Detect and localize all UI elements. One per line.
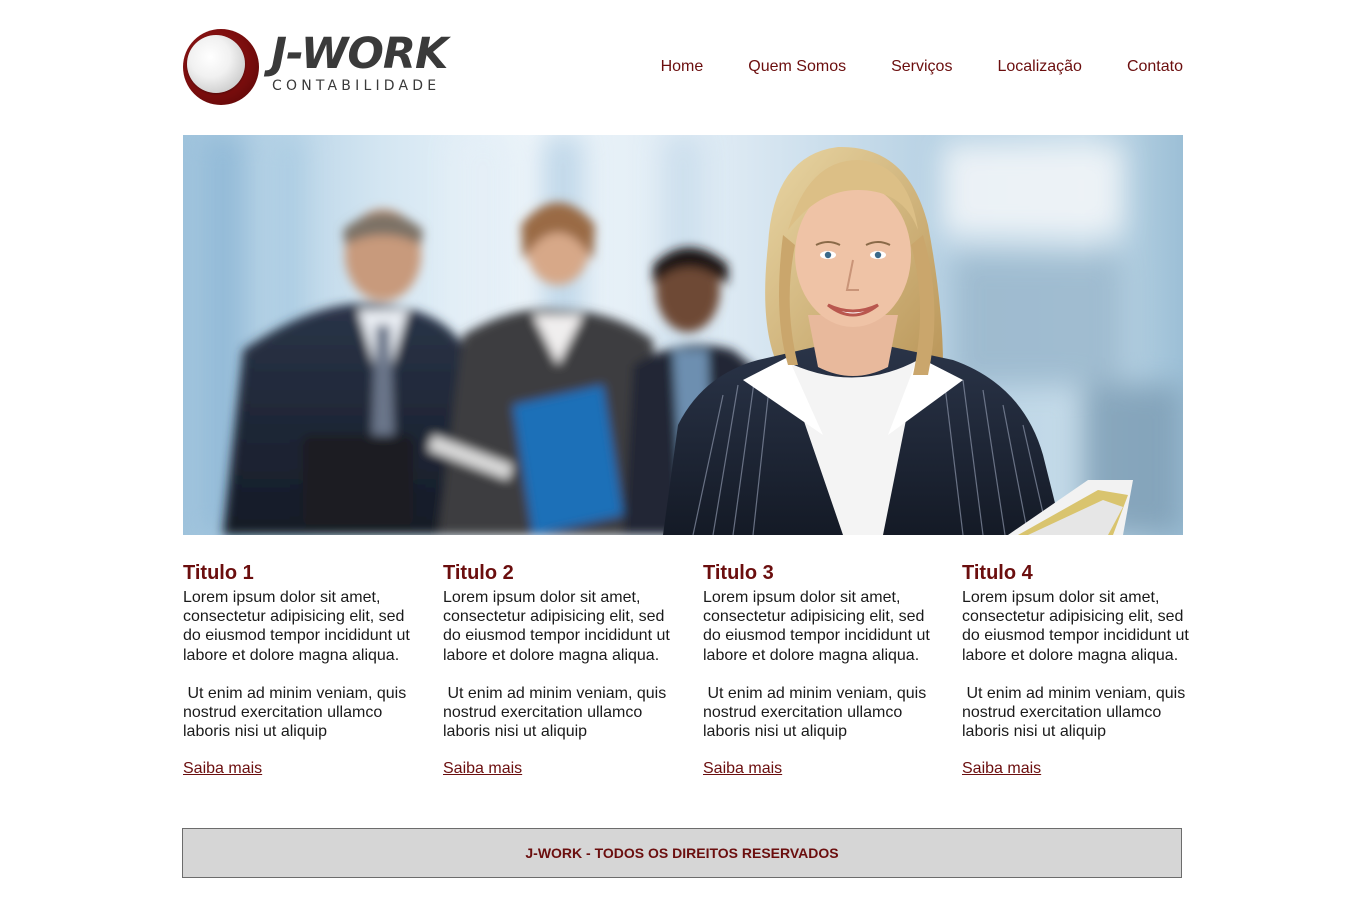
nav-quem-somos[interactable]: Quem Somos [748,57,846,77]
column-2: Titulo 2 Lorem ipsum dolor sit amet, con… [443,560,673,779]
column-paragraph: Ut enim ad minim veniam, quis nostrud ex… [703,684,927,741]
saiba-mais-link[interactable]: Saiba mais [962,759,1041,779]
column-paragraph: Ut enim ad minim veniam, quis nostrud ex… [183,684,407,741]
logo-title: J-WORK [271,29,448,79]
column-1: Titulo 1 Lorem ipsum dolor sit amet, con… [183,560,413,779]
column-paragraph: Ut enim ad minim veniam, quis nostrud ex… [962,684,1186,741]
nav-localizacao[interactable]: Localização [997,57,1082,77]
page: J-WORK CONTABILIDADE Home Quem Somos Ser… [0,0,1366,908]
main-nav: Home Quem Somos Serviços Localização Con… [661,57,1183,77]
column-4: Titulo 4 Lorem ipsum dolor sit amet, con… [962,560,1192,779]
column-title: Titulo 4 [962,562,1033,584]
logo[interactable]: J-WORK CONTABILIDADE [183,28,463,108]
logo-circle-icon [183,29,259,105]
column-paragraph: Lorem ipsum dolor sit amet, consectetur … [183,589,410,664]
column-title: Titulo 1 [183,562,254,584]
footer-copyright: J-WORK - TODOS OS DIREITOS RESERVADOS [525,845,839,861]
footer: J-WORK - TODOS OS DIREITOS RESERVADOS [182,828,1182,878]
nav-home[interactable]: Home [661,57,704,77]
column-paragraph: Ut enim ad minim veniam, quis nostrud ex… [443,684,667,741]
hero-image [183,135,1183,535]
column-paragraph: Lorem ipsum dolor sit amet, consectetur … [443,589,670,664]
hero-photo-illustration [203,135,1183,535]
nav-contato[interactable]: Contato [1127,57,1183,77]
column-paragraph: Lorem ipsum dolor sit amet, consectetur … [962,589,1189,664]
header: J-WORK CONTABILIDADE Home Quem Somos Ser… [183,28,1183,108]
logo-tagline: CONTABILIDADE [272,78,441,94]
saiba-mais-link[interactable]: Saiba mais [183,759,262,779]
column-title: Titulo 2 [443,562,514,584]
column-3: Titulo 3 Lorem ipsum dolor sit amet, con… [703,560,933,779]
content-columns: Titulo 1 Lorem ipsum dolor sit amet, con… [183,560,1189,805]
column-title: Titulo 3 [703,562,774,584]
saiba-mais-link[interactable]: Saiba mais [703,759,782,779]
column-paragraph: Lorem ipsum dolor sit amet, consectetur … [703,589,930,664]
saiba-mais-link[interactable]: Saiba mais [443,759,522,779]
nav-servicos[interactable]: Serviços [891,57,952,77]
